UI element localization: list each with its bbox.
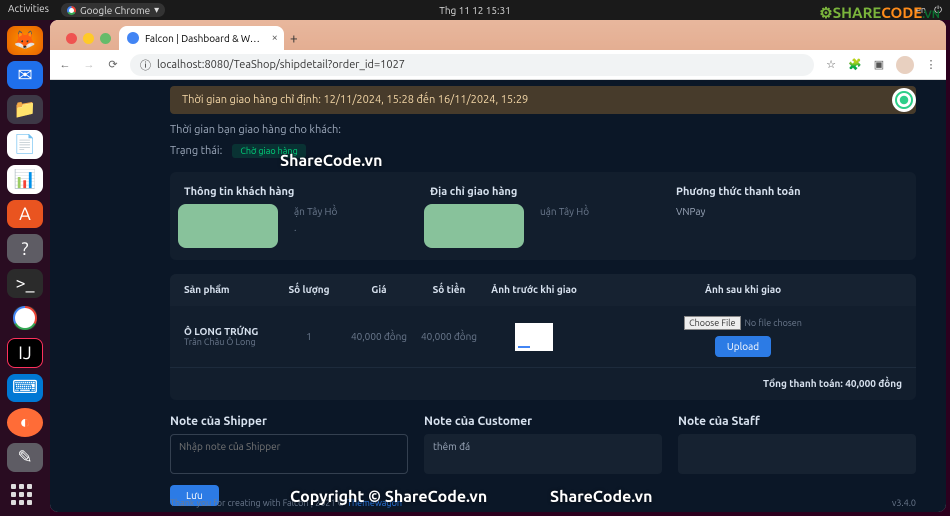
window-max-icon[interactable]: [100, 33, 111, 44]
th-product: Sản phẩm: [184, 284, 274, 296]
customer-info-col: Thông tin khách hàng ặn Tây Hồ .: [184, 186, 410, 246]
payment-method-col: Phương thức thanh toán VNPay: [676, 186, 902, 246]
bookmark-icon[interactable]: ☆: [824, 58, 838, 71]
page-footer: Thank you for creating with Falcon | 202…: [170, 498, 916, 508]
back-button[interactable]: ←: [58, 59, 72, 71]
cell-qty: 1: [274, 331, 344, 342]
reload-button[interactable]: ⟳: [106, 58, 120, 71]
dock-chrome-icon[interactable]: [7, 304, 43, 333]
dock-software-icon[interactable]: A: [7, 200, 43, 229]
th-amount: Số tiền: [414, 284, 484, 296]
chevron-down-icon: ▾: [154, 4, 159, 16]
dock-edit-icon[interactable]: ✎: [7, 443, 43, 472]
table-row: Ô LONG TRỨNG Trân Châu Ô Long 1 40,000 đ…: [170, 306, 916, 367]
dock-firefox-icon[interactable]: 🦊: [7, 26, 43, 55]
active-app-label: Google Chrome: [80, 5, 150, 16]
browser-tab[interactable]: Falcon | Dashboard & W… ×: [119, 26, 284, 50]
footer-text: Thank you for creating with Falcon | 202…: [170, 498, 347, 508]
window-close-icon[interactable]: [66, 33, 77, 44]
extension2-icon[interactable]: ▣: [872, 58, 886, 71]
product-name: Ô LONG TRỨNG: [184, 326, 274, 337]
toolbar: ← → ⟳ ⓘ localhost:8080/TeaShop/shipdetai…: [50, 50, 946, 80]
th-price: Giá: [344, 284, 414, 296]
profile-avatar[interactable]: [896, 56, 914, 74]
tab-strip: Falcon | Dashboard & W… × +: [50, 20, 946, 50]
site-info-icon[interactable]: ⓘ: [140, 57, 151, 73]
status-label: Trạng thái:: [170, 145, 222, 157]
dock-terminal-icon[interactable]: >_: [7, 269, 43, 298]
th-before-img: Ảnh trước khi giao: [484, 284, 584, 296]
th-after-img: Ảnh sau khi giao: [584, 284, 902, 296]
delivered-time-label: Thời gian bạn giao hàng cho khách:: [170, 124, 916, 136]
clock[interactable]: Thg 11 12 15:31: [439, 5, 510, 16]
chrome-window: Falcon | Dashboard & W… × + ← → ⟳ ⓘ loca…: [50, 20, 946, 512]
customer-addr-fragment: ặn Tây Hồ: [294, 206, 337, 217]
dock-writer-icon[interactable]: 📄: [7, 130, 43, 159]
dock-calc-icon[interactable]: 📊: [7, 165, 43, 194]
redaction-block: [424, 204, 524, 248]
dock-intellij-icon[interactable]: IJ: [7, 338, 43, 367]
chrome-icon: [67, 6, 76, 15]
watermark-logo: ⚙SHARECODE.VN: [819, 4, 940, 22]
shipping-title: Địa chỉ giao hàng: [430, 186, 656, 198]
order-items-table: Sản phẩm Số lượng Giá Số tiền Ảnh trước …: [170, 274, 916, 400]
tab-title: Falcon | Dashboard & W…: [145, 33, 260, 44]
shipper-note-input[interactable]: [170, 434, 408, 474]
th-qty: Số lượng: [274, 284, 344, 296]
shipping-address-col: Địa chỉ giao hàng uận Tây Hồ: [430, 186, 656, 246]
app-viewport: Thời gian giao hàng chỉ định: 12/11/2024…: [50, 80, 946, 512]
dock-files-icon[interactable]: 📁: [7, 95, 43, 124]
file-status: No file chosen: [745, 318, 802, 328]
active-app-chip[interactable]: Google Chrome ▾: [61, 3, 165, 17]
customer-info-title: Thông tin khách hàng: [184, 186, 410, 198]
ubuntu-dock: 🦊 ✉ 📁 📄 📊 A ? >_ IJ ⌨ ◐ ✎: [0, 20, 50, 516]
cell-price: 40,000 đồng: [344, 331, 414, 342]
favicon-icon: [127, 32, 139, 44]
before-image-thumb[interactable]: [515, 323, 553, 351]
staff-note-display: [678, 434, 916, 474]
show-apps-button[interactable]: [11, 484, 39, 506]
upload-button[interactable]: Upload: [715, 336, 771, 357]
delivery-window-notice: Thời gian giao hàng chỉ định: 12/11/2024…: [170, 86, 916, 114]
address-bar[interactable]: ⓘ localhost:8080/TeaShop/shipdetail?orde…: [130, 54, 814, 76]
new-tab-button[interactable]: +: [284, 30, 304, 50]
extension-icon[interactable]: 🧩: [848, 58, 862, 71]
choose-file-button[interactable]: Choose File: [684, 316, 740, 330]
status-badge: Chờ giao hàng: [232, 144, 305, 158]
info-card: Thông tin khách hàng ặn Tây Hồ . Địa chỉ…: [170, 172, 916, 260]
forward-button[interactable]: →: [82, 59, 96, 71]
product-sub: Trân Châu Ô Long: [184, 337, 274, 347]
tab-close-icon[interactable]: ×: [272, 32, 278, 44]
window-min-icon[interactable]: [83, 33, 94, 44]
dock-help-icon[interactable]: ?: [7, 234, 43, 263]
user-badge-icon[interactable]: [892, 88, 916, 112]
menu-icon[interactable]: ⋮: [924, 58, 938, 71]
customer-line2: .: [294, 222, 296, 233]
note-customer-title: Note của Customer: [424, 414, 662, 428]
dock-thunderbird-icon[interactable]: ✉: [7, 61, 43, 90]
cell-amount: 40,000 đồng: [414, 331, 484, 342]
footer-version: v3.4.0: [892, 498, 916, 508]
os-top-bar: Activities Google Chrome ▾ Thg 11 12 15:…: [0, 0, 950, 20]
notes-row: Note của Shipper Lưu Note của Customer t…: [170, 414, 916, 506]
payment-title: Phương thức thanh toán: [676, 186, 902, 198]
order-total: Tổng thanh toán: 40,000 đồng: [170, 367, 916, 400]
note-shipper-title: Note của Shipper: [170, 414, 408, 428]
customer-note-display: thêm đá: [424, 434, 662, 474]
shipping-addr-fragment: uận Tây Hồ: [540, 206, 589, 217]
redaction-block: [178, 204, 278, 248]
dock-vscode-icon[interactable]: ⌨: [7, 374, 43, 403]
dock-postman-icon[interactable]: ◐: [7, 408, 43, 437]
activities-button[interactable]: Activities: [8, 3, 49, 17]
note-staff-title: Note của Staff: [678, 414, 916, 428]
footer-link[interactable]: Themewagon: [347, 498, 402, 508]
url-text: localhost:8080/TeaShop/shipdetail?order_…: [157, 59, 405, 71]
payment-value: VNPay: [676, 206, 902, 217]
